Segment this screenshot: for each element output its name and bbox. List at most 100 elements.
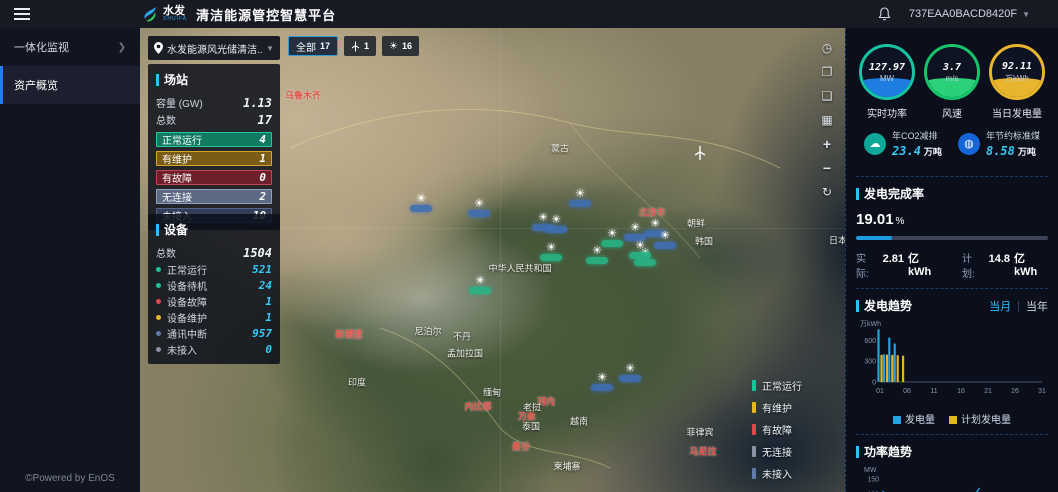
wind-station-marker[interactable]	[694, 146, 707, 161]
solar-station-marker[interactable]: ☀	[624, 223, 646, 241]
sun-icon: ☀	[551, 215, 561, 225]
location-pin-icon	[154, 42, 163, 54]
status-dot-icon	[156, 267, 161, 272]
logo-text-en: SHUIFA	[163, 17, 187, 22]
brand-logo: 水发 SHUIFA 清洁能源管控智慧平台	[142, 5, 336, 24]
solar-station-marker[interactable]: ☀	[654, 231, 676, 249]
tab-separator: |	[1017, 300, 1020, 312]
device-total-label: 总数	[156, 245, 176, 260]
gauge-value: 92.11	[1002, 61, 1032, 72]
map-city-label: 内比都	[464, 400, 491, 413]
actual-unit: 亿kWh	[908, 250, 942, 278]
device-status-row: 设备故障1	[156, 293, 272, 309]
satellite-map[interactable]: 乌鲁木齐北京市新德里内比都河内万象曼谷马尼拉蒙古中华人民共和国朝鲜韩国日本尼泊尔…	[140, 28, 845, 492]
grid-icon[interactable]: ▦	[819, 112, 835, 128]
sidebar-item-asset-overview[interactable]: 资产概览	[0, 66, 140, 104]
accent-bar	[156, 224, 159, 236]
completion-title: 发电完成率	[864, 185, 924, 202]
status-dot-icon	[156, 347, 161, 352]
solar-station-marker[interactable]: ☀	[586, 246, 608, 264]
legend-color-bar	[752, 380, 756, 391]
map-region-label: 蒙古	[551, 142, 569, 155]
bell-icon[interactable]	[878, 7, 891, 21]
status-value: 0	[259, 171, 266, 184]
account-menu[interactable]: 737EAA0BACD8420F ▼	[909, 8, 1030, 20]
sidebar-item-integrated-monitoring[interactable]: 一体化监视 ❯	[0, 28, 140, 66]
filter-chip-solar[interactable]: ☀ 16	[382, 36, 419, 56]
reset-view-icon[interactable]: ↻	[819, 184, 835, 200]
device-panel-title: 设备	[164, 221, 188, 238]
actual-value: 2.81	[883, 253, 904, 265]
page-title: 清洁能源管控智慧平台	[196, 5, 336, 24]
gauge-value: 127.97	[869, 62, 905, 73]
generation-trend-title: 发电趋势	[864, 297, 912, 314]
zoom-in-icon[interactable]: +	[819, 136, 835, 152]
station-status-row: 无连接 2	[156, 189, 272, 204]
gauges-section: 127.97 MW 实时功率 3.7 m/s 风速	[856, 28, 1048, 177]
svg-text:300: 300	[864, 359, 876, 366]
panel-right-icon[interactable]: ❏	[819, 88, 835, 104]
map-city-label: 马尼拉	[689, 445, 716, 458]
solar-station-marker[interactable]: ☀	[591, 373, 613, 391]
station-select-dropdown[interactable]: 水发能源风光储清洁... ▼	[148, 36, 280, 60]
gauge-unit: 万kWh	[1005, 73, 1029, 84]
zoom-out-icon[interactable]: −	[819, 160, 835, 176]
powered-by-footer: ©Powered by EnOS	[0, 473, 140, 484]
sun-icon: ☀	[575, 189, 585, 199]
filter-all-count: 17	[320, 41, 330, 51]
tab-current-month[interactable]: 当月	[989, 298, 1011, 314]
map-region-label: 印度	[348, 376, 366, 389]
row-value: 1.13	[243, 96, 272, 110]
svg-text:11: 11	[930, 388, 937, 395]
solar-station-marker[interactable]: ☀	[469, 276, 491, 294]
panel-left-icon[interactable]: ❐	[819, 64, 835, 80]
solar-station-marker[interactable]: ☀	[468, 199, 490, 217]
row-label: 总数	[156, 112, 176, 127]
station-name-pill	[619, 375, 641, 382]
filter-chip-all[interactable]: 全部 17	[288, 36, 338, 56]
eco-unit: 万吨	[1018, 147, 1036, 157]
solar-station-marker[interactable]: ☀	[629, 241, 651, 259]
legend-color-bar	[752, 446, 756, 457]
legend-color-bar	[752, 402, 756, 413]
sun-icon: ☀	[597, 373, 607, 383]
legend-label: 正常运行	[762, 378, 802, 393]
solar-station-marker[interactable]: ☀	[410, 194, 432, 212]
completion-section: 发电完成率 19.01% 实际: 2.81 亿kWh 计划: 14.8 亿kWh	[856, 177, 1048, 289]
legend-label: 有故障	[762, 422, 792, 437]
history-clock-icon[interactable]: ◷	[819, 40, 835, 56]
solar-station-marker[interactable]: ☀	[619, 364, 641, 382]
filter-chip-wind[interactable]: 1	[344, 36, 376, 56]
svg-text:01: 01	[876, 388, 884, 395]
device-value: 1	[265, 311, 272, 324]
device-label: 设备故障	[167, 294, 207, 309]
station-name-pill	[634, 259, 656, 266]
sun-icon: ☀	[592, 246, 602, 256]
generation-trend-chart: 万kWh030060001061116212631	[856, 318, 1048, 409]
sun-icon: ☀	[630, 223, 640, 233]
device-summary-panel: 设备 总数1504 正常运行521设备待机24设备故障1设备维护1通讯中断957…	[148, 214, 280, 364]
sidebar-nav: 一体化监视 ❯ 资产概览 ©Powered by EnOS	[0, 28, 140, 492]
legend-label: 有维护	[762, 400, 792, 415]
station-name-pill	[569, 200, 591, 207]
map-region-label: 孟加拉国	[447, 347, 483, 360]
status-value: 2	[259, 190, 266, 203]
status-label: 无连接	[162, 189, 192, 204]
map-legend-item: 正常运行	[752, 378, 845, 393]
asset-overview-dashboard: 水发 SHUIFA 清洁能源管控智慧平台 737EAA0BACD8420F ▼ …	[0, 0, 1058, 492]
device-label: 正常运行	[167, 262, 207, 277]
solar-station-marker[interactable]: ☀	[569, 189, 591, 207]
sun-icon: ☀	[635, 241, 645, 251]
eco-value: 8.58	[986, 144, 1015, 158]
tab-current-year[interactable]: 当年	[1026, 298, 1048, 314]
station-info-row: 总数17	[156, 111, 272, 128]
map-legend-item: 未接入	[752, 466, 845, 481]
solar-station-marker[interactable]: ☀	[601, 229, 623, 247]
solar-station-marker[interactable]: ☀	[540, 243, 562, 261]
plan-unit: 亿kWh	[1014, 250, 1048, 278]
menu-icon[interactable]	[0, 0, 46, 28]
solar-station-marker[interactable]: ☀	[545, 215, 567, 233]
map-region-label: 朝鲜	[687, 217, 705, 230]
sun-icon: ☀	[416, 194, 426, 204]
map-region-label: 菲律宾	[686, 426, 713, 439]
